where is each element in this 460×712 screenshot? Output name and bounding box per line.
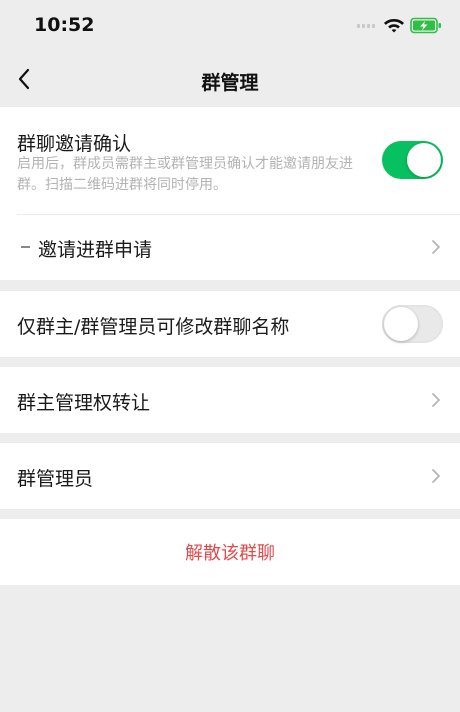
status-time: 10:52 bbox=[34, 14, 95, 36]
navigation-bar: 群管理 bbox=[0, 50, 460, 107]
group-admins-row[interactable]: 群管理员 bbox=[0, 443, 460, 509]
invite-confirm-toggle[interactable] bbox=[382, 141, 443, 179]
toggle-knob bbox=[407, 143, 441, 177]
rename-setting-label: 仅群主/群管理员可修改群聊名称 bbox=[17, 316, 290, 338]
transfer-owner-label: 群主管理权转让 bbox=[17, 392, 151, 414]
dissolve-group-button[interactable]: 解散该群聊 bbox=[0, 519, 460, 585]
battery-charging-icon bbox=[410, 17, 441, 34]
rename-setting-row: 仅群主/群管理员可修改群聊名称 bbox=[0, 291, 460, 357]
page-title: 群管理 bbox=[201, 72, 259, 94]
chevron-right-icon bbox=[432, 469, 440, 483]
dissolve-group-label: 解散该群聊 bbox=[185, 543, 275, 564]
invite-requests-row[interactable]: 邀请进群申请 bbox=[0, 214, 460, 280]
invite-requests-label: 邀请进群申请 bbox=[38, 239, 153, 261]
wifi-icon bbox=[384, 19, 404, 33]
toggle-knob bbox=[384, 307, 418, 341]
transfer-owner-row[interactable]: 群主管理权转让 bbox=[0, 367, 460, 433]
group-admins-label: 群管理员 bbox=[17, 468, 94, 490]
chevron-right-icon bbox=[432, 240, 440, 254]
chevron-right-icon bbox=[432, 393, 440, 407]
dash-icon bbox=[21, 246, 30, 248]
cellular-signal-icon bbox=[357, 24, 375, 28]
rename-setting-toggle[interactable] bbox=[382, 305, 443, 343]
invite-confirm-description: 启用后，群成员需群主或群管理员确认才能邀请朋友进群。扫描二维码进群将同时停用。 bbox=[17, 156, 353, 193]
invite-settings-card: 群聊邀请确认 启用后，群成员需群主或群管理员确认才能邀请朋友进群。扫描二维码进群… bbox=[0, 107, 460, 280]
status-bar: 10:52 bbox=[0, 0, 460, 50]
invite-confirm-title: 群聊邀请确认 bbox=[17, 133, 132, 155]
